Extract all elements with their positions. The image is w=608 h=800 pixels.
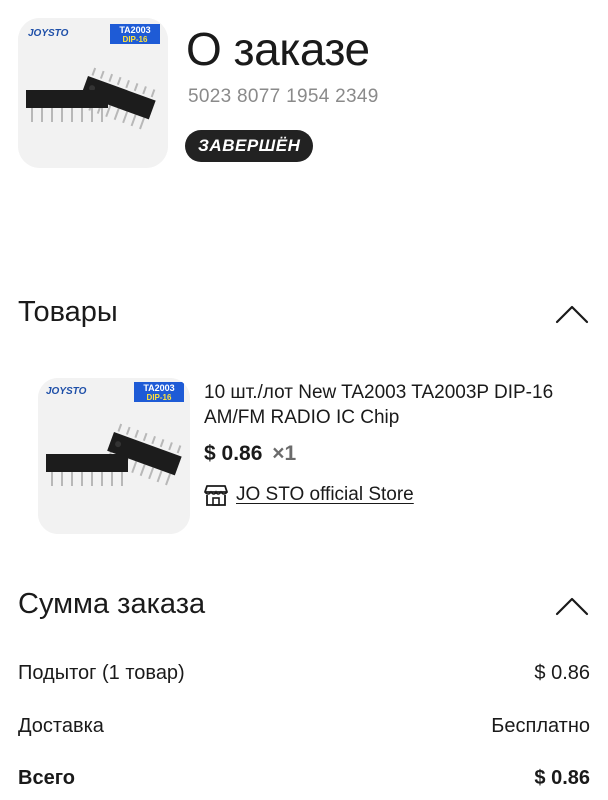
- total-label: Всего: [18, 767, 75, 789]
- order-product-thumbnail[interactable]: JOYSTO TA2003 DIP-16: [18, 18, 168, 168]
- subtotal-row: Подытог (1 товар) $ 0.86: [18, 662, 590, 692]
- page-title: О заказе: [186, 23, 370, 75]
- order-header: JOYSTO TA2003 DIP-16 О заказе 5023 8077 …: [18, 18, 590, 178]
- summary-section-header[interactable]: Сумма заказа: [18, 584, 590, 628]
- list-item[interactable]: JOYSTO TA2003 DIP-16 10 шт./лот New TA20…: [38, 378, 590, 538]
- product-price: $ 0.86: [204, 442, 263, 465]
- subtotal-label: Подытог (1 товар): [18, 662, 185, 684]
- chip-label-top: TA2003: [119, 25, 150, 35]
- chip-label-top: TA2003: [143, 383, 174, 393]
- ic-chip-image: JOYSTO TA2003 DIP-16: [38, 378, 190, 534]
- shipping-value: Бесплатно: [491, 715, 590, 737]
- order-number[interactable]: 5023 8077 1954 2349: [188, 86, 379, 108]
- shipping-row: Доставка Бесплатно: [18, 715, 590, 745]
- brand-mark: JOYSTO: [28, 28, 69, 39]
- product-name[interactable]: 10 шт./лот New TA2003 TA2003P DIP-16 AM/…: [204, 380, 564, 430]
- chevron-up-icon[interactable]: [554, 298, 590, 328]
- shipping-label: Доставка: [18, 715, 104, 737]
- status-badge: ЗАВЕРШЁН: [185, 130, 314, 162]
- chip-label-bottom: DIP-16: [147, 393, 172, 402]
- summary-section-title: Сумма заказа: [18, 588, 206, 620]
- chip-label-bottom: DIP-16: [123, 35, 148, 44]
- chevron-up-icon[interactable]: [554, 590, 590, 620]
- product-thumbnail[interactable]: JOYSTO TA2003 DIP-16: [38, 378, 190, 534]
- price-line: $ 0.86 ×1: [204, 442, 296, 466]
- brand-mark: JOYSTO: [46, 386, 87, 397]
- subtotal-value: $ 0.86: [534, 662, 590, 684]
- items-section-header[interactable]: Товары: [18, 292, 590, 336]
- product-quantity: ×1: [272, 442, 297, 465]
- total-row: Всего $ 0.86: [18, 767, 590, 797]
- items-section-title: Товары: [18, 296, 118, 328]
- store-link[interactable]: JO STO official Store: [204, 482, 414, 508]
- total-value: $ 0.86: [534, 767, 590, 789]
- store-icon: [204, 485, 228, 506]
- ic-chip-image: JOYSTO TA2003 DIP-16: [18, 18, 168, 168]
- store-name[interactable]: JO STO official Store: [236, 484, 414, 506]
